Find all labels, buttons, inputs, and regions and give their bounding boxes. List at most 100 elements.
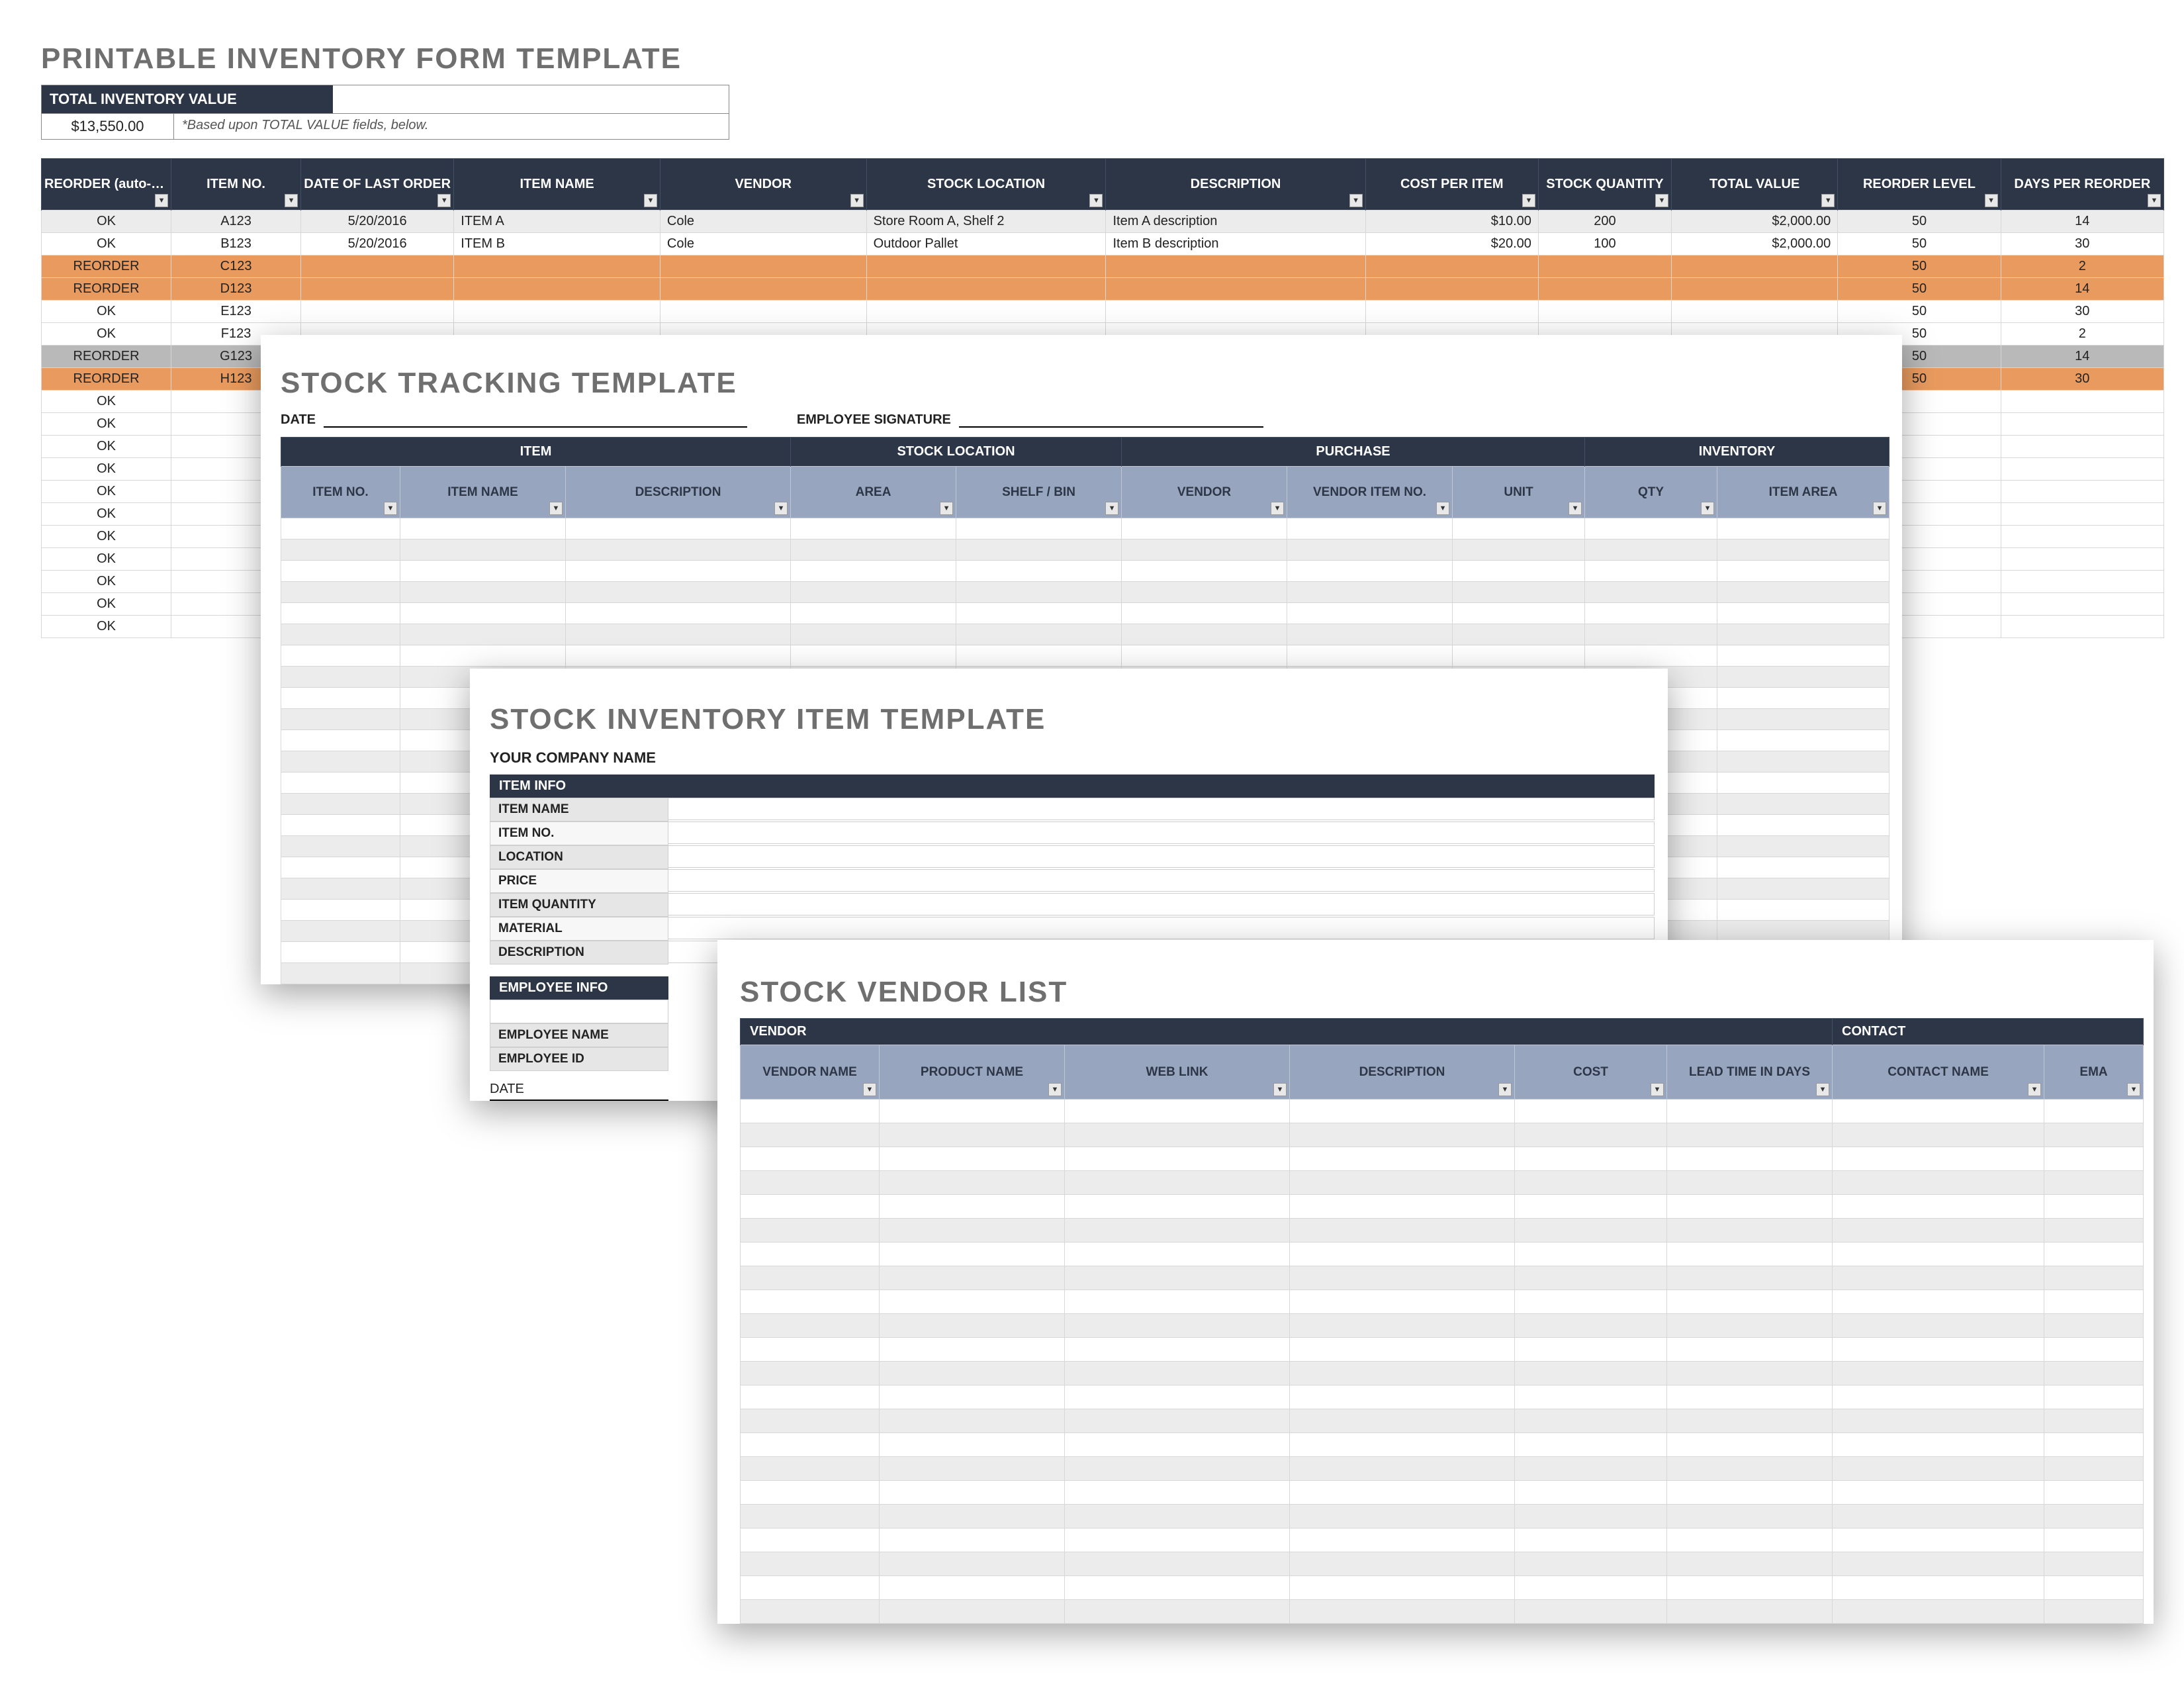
empty-cell[interactable]	[1585, 603, 1717, 624]
col-header[interactable]: QTY	[1585, 467, 1717, 518]
empty-cell[interactable]	[1585, 561, 1717, 582]
filter-dropdown-icon[interactable]	[1522, 194, 1535, 207]
empty-cell[interactable]	[281, 751, 400, 773]
empty-cell[interactable]	[2044, 1385, 2144, 1409]
empty-cell[interactable]	[1287, 603, 1453, 624]
empty-cell[interactable]	[281, 794, 400, 815]
empty-cell[interactable]	[2044, 1362, 2144, 1385]
col-header[interactable]: CONTACT NAME	[1833, 1045, 2044, 1100]
filter-dropdown-icon[interactable]	[1271, 502, 1284, 515]
empty-cell[interactable]	[1065, 1290, 1290, 1314]
filter-dropdown-icon[interactable]	[1436, 502, 1449, 515]
signature-input-line[interactable]	[959, 412, 1263, 428]
empty-cell[interactable]	[1290, 1243, 1515, 1266]
empty-cell[interactable]	[1515, 1338, 1667, 1362]
empty-cell[interactable]	[880, 1123, 1065, 1147]
empty-cell[interactable]	[281, 836, 400, 857]
empty-cell[interactable]	[880, 1576, 1065, 1600]
filter-dropdown-icon[interactable]	[1105, 502, 1118, 515]
empty-cell[interactable]	[741, 1457, 880, 1481]
col-header[interactable]: PRODUCT NAME	[880, 1045, 1065, 1100]
empty-cell[interactable]	[791, 624, 956, 645]
empty-cell[interactable]	[1515, 1481, 1667, 1505]
col-header[interactable]: ITEM NAME	[400, 467, 566, 518]
empty-cell[interactable]	[1122, 518, 1287, 539]
empty-cell[interactable]	[1667, 1481, 1833, 1505]
col-header[interactable]: DESCRIPTION	[566, 467, 791, 518]
filter-dropdown-icon[interactable]	[1089, 194, 1103, 207]
empty-cell[interactable]	[281, 942, 400, 963]
empty-cell[interactable]	[1833, 1314, 2044, 1338]
empty-cell[interactable]	[1122, 645, 1287, 667]
col-header[interactable]: VENDOR ITEM NO.	[1287, 467, 1453, 518]
empty-cell[interactable]	[1717, 539, 1889, 561]
empty-cell[interactable]	[1290, 1528, 1515, 1552]
empty-cell[interactable]	[2044, 1314, 2144, 1338]
empty-cell[interactable]	[1515, 1219, 1667, 1243]
empty-cell[interactable]	[566, 624, 791, 645]
filter-dropdown-icon[interactable]	[2127, 1083, 2140, 1096]
empty-cell[interactable]	[1667, 1385, 1833, 1409]
empty-cell[interactable]	[1515, 1123, 1667, 1147]
empty-cell[interactable]	[566, 561, 791, 582]
empty-cell[interactable]	[1290, 1409, 1515, 1433]
empty-cell[interactable]	[1667, 1123, 1833, 1147]
filter-dropdown-icon[interactable]	[1821, 194, 1835, 207]
empty-cell[interactable]	[1122, 582, 1287, 603]
filter-dropdown-icon[interactable]	[2148, 194, 2161, 207]
empty-cell[interactable]	[741, 1505, 880, 1528]
empty-cell[interactable]	[566, 518, 791, 539]
empty-cell[interactable]	[1667, 1528, 1833, 1552]
empty-cell[interactable]	[281, 963, 400, 984]
empty-cell[interactable]	[1453, 582, 1585, 603]
empty-cell[interactable]	[1290, 1147, 1515, 1171]
empty-cell[interactable]	[281, 773, 400, 794]
empty-cell[interactable]	[2044, 1123, 2144, 1147]
empty-cell[interactable]	[1515, 1266, 1667, 1290]
empty-cell[interactable]	[1065, 1266, 1290, 1290]
empty-cell[interactable]	[1833, 1100, 2044, 1123]
col-header[interactable]: DESCRIPTION	[1106, 159, 1365, 211]
filter-dropdown-icon[interactable]	[1048, 1083, 1062, 1096]
filter-dropdown-icon[interactable]	[1655, 194, 1668, 207]
empty-cell[interactable]	[741, 1290, 880, 1314]
empty-cell[interactable]	[880, 1243, 1065, 1266]
filter-dropdown-icon[interactable]	[384, 502, 397, 515]
empty-cell[interactable]	[880, 1100, 1065, 1123]
empty-cell[interactable]	[2044, 1552, 2144, 1576]
empty-cell[interactable]	[741, 1576, 880, 1600]
empty-cell[interactable]	[1290, 1266, 1515, 1290]
empty-cell[interactable]	[1833, 1552, 2044, 1576]
empty-cell[interactable]	[1833, 1338, 2044, 1362]
col-header[interactable]: COST PER ITEM	[1365, 159, 1538, 211]
empty-cell[interactable]	[2044, 1266, 2144, 1290]
empty-cell[interactable]	[1667, 1100, 1833, 1123]
empty-cell[interactable]	[741, 1600, 880, 1624]
empty-cell[interactable]	[1667, 1433, 1833, 1457]
empty-cell[interactable]	[1515, 1314, 1667, 1338]
empty-cell[interactable]	[1065, 1338, 1290, 1362]
empty-cell[interactable]	[1290, 1600, 1515, 1624]
empty-cell[interactable]	[880, 1385, 1065, 1409]
empty-cell[interactable]	[741, 1481, 880, 1505]
empty-cell[interactable]	[1667, 1171, 1833, 1195]
empty-cell[interactable]	[1515, 1171, 1667, 1195]
empty-cell[interactable]	[880, 1528, 1065, 1552]
col-header[interactable]: ITEM NAME	[454, 159, 660, 211]
empty-cell[interactable]	[1585, 624, 1717, 645]
empty-cell[interactable]	[1717, 836, 1889, 857]
filter-dropdown-icon[interactable]	[774, 502, 788, 515]
filter-dropdown-icon[interactable]	[940, 502, 953, 515]
empty-cell[interactable]	[880, 1409, 1065, 1433]
empty-cell[interactable]	[400, 645, 566, 667]
empty-cell[interactable]	[1833, 1243, 2044, 1266]
empty-cell[interactable]	[1717, 518, 1889, 539]
col-header[interactable]: EMA	[2044, 1045, 2144, 1100]
empty-cell[interactable]	[1290, 1314, 1515, 1338]
empty-cell[interactable]	[1717, 900, 1889, 921]
empty-cell[interactable]	[400, 518, 566, 539]
date-input-line[interactable]	[490, 1100, 668, 1101]
filter-dropdown-icon[interactable]	[1701, 502, 1714, 515]
empty-cell[interactable]	[1833, 1481, 2044, 1505]
empty-cell[interactable]	[281, 624, 400, 645]
